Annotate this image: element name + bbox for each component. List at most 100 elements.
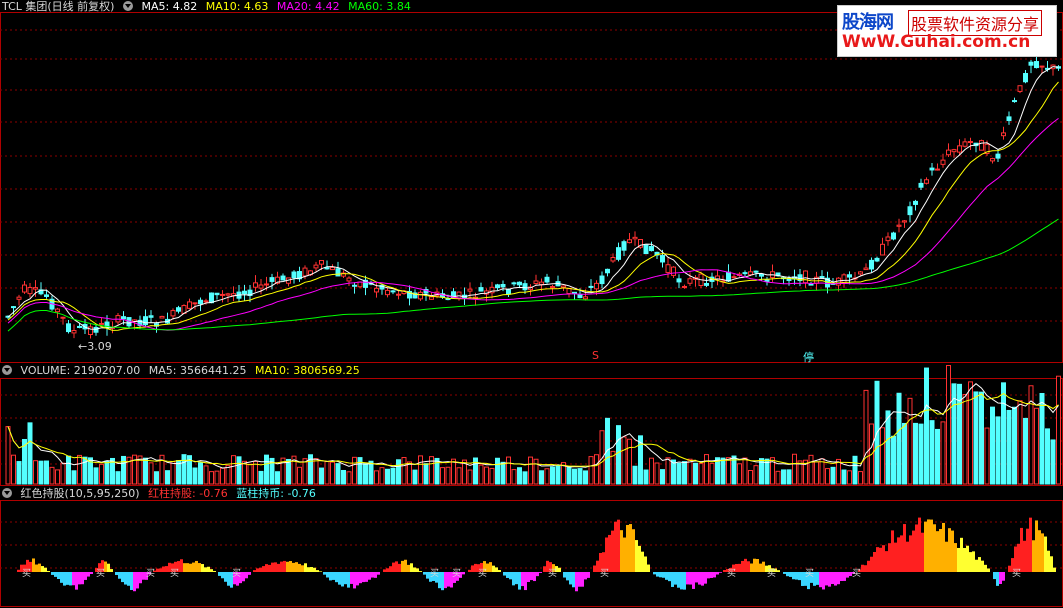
indicator-blue-bar (338, 572, 341, 585)
indicator-blue-bar (365, 572, 368, 582)
indicator-blue-bar (221, 572, 224, 579)
indicator-blue-bar (242, 572, 245, 582)
volume-bar (632, 465, 638, 485)
buy-marker: 买 (22, 568, 31, 579)
price-candle-body (929, 167, 935, 171)
volume-bar (258, 470, 264, 485)
volume-bar (104, 460, 110, 485)
chart-canvas[interactable]: 买买买买买买买买买买买买买买买 (0, 0, 1063, 608)
indicator-blue-bar (569, 572, 572, 585)
indicator-red-bar (32, 558, 35, 572)
volume-bar (445, 466, 451, 485)
price-candle-body (66, 323, 71, 333)
price-candle-body (121, 316, 126, 320)
indicator-red-bar (873, 551, 876, 572)
price-candle-body (742, 272, 748, 275)
indicator-blue-bar (118, 572, 121, 579)
volume-bar (423, 463, 429, 485)
volume-bar (71, 470, 77, 485)
volume-bar (379, 467, 385, 485)
volume-bar (720, 457, 726, 485)
indicator-red-bar (386, 568, 389, 572)
price-candle-body (506, 288, 511, 295)
volume-bar (709, 462, 715, 485)
volume-bar (478, 464, 484, 485)
indicator-blue-bar (713, 572, 716, 578)
volume-bar (924, 367, 929, 485)
indicator-red-bar (879, 547, 882, 572)
volume-bar (698, 463, 704, 485)
indicator-header: 红色持股(10,5,95,250) 红柱持股: -0.76 蓝柱持币: -0.7… (2, 487, 321, 501)
indicator-red-bar (924, 521, 927, 572)
volume-bar (297, 466, 302, 485)
volume-bar (968, 381, 973, 485)
indicator-red-bar (987, 568, 990, 572)
volume-bar (324, 461, 330, 485)
indicator-red-bar (918, 517, 921, 572)
dropdown-icon[interactable] (122, 1, 133, 11)
dropdown-icon[interactable] (2, 488, 12, 498)
volume-bar (121, 455, 126, 485)
indicator-blue-bar (840, 572, 843, 581)
volume-bar (181, 454, 187, 485)
volume-bar (192, 467, 198, 485)
price-candle-body (682, 285, 687, 288)
volume-bar (198, 462, 203, 485)
price-candle-body (1034, 61, 1039, 69)
price-candle-body (1001, 132, 1006, 137)
indicator-blue-bar (506, 572, 509, 578)
price-candle-body (907, 206, 913, 216)
indicator-red-bar (984, 564, 987, 572)
volume-bar (566, 466, 572, 485)
price-candle-body (33, 287, 38, 290)
volume-bar (27, 422, 33, 485)
indicator-blue-bar (789, 572, 792, 577)
indicator-red-bar (401, 560, 404, 572)
indicator-red-bar (614, 521, 617, 572)
indicator-red-bar (870, 556, 873, 572)
indicator-red-bar (198, 563, 201, 572)
indicator-blue-bar (57, 572, 60, 580)
indicator-blue-bar (999, 572, 1002, 584)
volume-bar (847, 470, 852, 485)
volume-bar (368, 460, 374, 485)
price-candle-body (962, 141, 968, 147)
price-candle-body (357, 281, 363, 288)
indicator-blue-bar (783, 572, 786, 574)
indicator-red-bar (945, 541, 948, 572)
price-candle-body (71, 330, 77, 334)
indicator-red-bar (213, 570, 216, 572)
volume-bar (858, 471, 863, 485)
indicator-blue-bar (248, 572, 251, 575)
indicator-red-bar (876, 547, 879, 572)
price-candle-body (946, 149, 951, 156)
indicator-blue-bar (245, 572, 248, 579)
volume-bar (1034, 407, 1039, 485)
indicator-red-bar (110, 569, 113, 572)
indicator-blue-bar (124, 572, 127, 585)
indicator-red-bar (951, 530, 954, 572)
indicator-red-bar (942, 522, 945, 572)
price-candle-body (924, 179, 929, 184)
dropdown-icon[interactable] (2, 365, 12, 375)
indicator-blue-bar (60, 572, 63, 583)
indicator-red-bar (186, 563, 189, 572)
indicator-red-bar (277, 563, 280, 572)
indicator-red-bar (292, 562, 295, 572)
vol-ma5-value: 3566441.25 (180, 364, 247, 377)
indicator-blue-bar (710, 572, 713, 578)
volume-bar (203, 465, 209, 485)
volume-bar (236, 456, 242, 485)
stock-name: TCL 集团(日线 前复权) (2, 0, 115, 13)
indicator-blue-bar (575, 572, 578, 592)
indicator-red-bar (558, 567, 561, 572)
indicator-blue-bar (536, 572, 539, 577)
indicator-blue-bar (139, 572, 142, 584)
price-candle-body (22, 284, 27, 293)
indicator-blue-bar (426, 572, 429, 579)
indicator-red-bar (316, 570, 319, 572)
indicator-blue-bar (341, 572, 344, 587)
indicator-blue-bar (578, 572, 581, 587)
indicator-red-bar (750, 563, 753, 572)
price-candle-body (643, 244, 649, 255)
